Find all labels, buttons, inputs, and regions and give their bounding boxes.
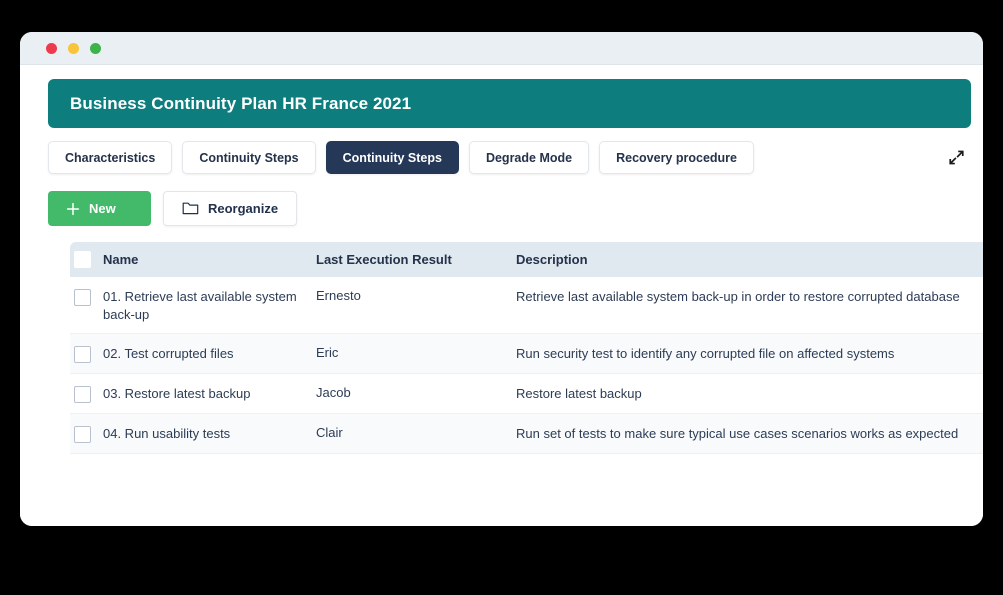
- cell-name: 01. Retrieve last available system back-…: [103, 289, 297, 322]
- window-body: Business Continuity Plan HR France 2021 …: [20, 65, 983, 526]
- tab-label: Degrade Mode: [485, 150, 573, 165]
- tab-label: Recovery procedure: [616, 150, 737, 165]
- tab-continuity-steps-2[interactable]: Continuity Steps: [325, 141, 459, 174]
- plus-icon: [66, 202, 80, 215]
- tab-label: Characteristics: [65, 150, 156, 165]
- tab-bar: Characteristics Continuity Steps Continu…: [48, 141, 971, 174]
- app-header: Business Continuity Plan HR France 2021: [48, 79, 971, 128]
- table-header-row: Name Last Execution Result Description: [70, 242, 983, 277]
- reorganize-button[interactable]: Reorganize: [163, 191, 298, 226]
- cell-last-execution-result: Ernesto: [316, 288, 361, 303]
- cell-description: Retrieve last available system back-up i…: [516, 289, 960, 304]
- cell-last-execution-result: Clair: [316, 425, 343, 441]
- page-title: Business Continuity Plan HR France 2021: [70, 93, 412, 113]
- folder-icon: [182, 202, 199, 215]
- column-header-last-execution-result[interactable]: Last Execution Result: [316, 252, 516, 267]
- table-row[interactable]: 04. Run usability tests Clair Run set of…: [70, 414, 983, 455]
- column-header-name[interactable]: Name: [103, 252, 316, 267]
- table-row[interactable]: 02. Test corrupted files Eric Run securi…: [70, 334, 983, 375]
- cell-name: 03. Restore latest backup: [103, 386, 251, 402]
- maximize-button[interactable]: [90, 42, 101, 54]
- new-button[interactable]: New: [48, 191, 151, 226]
- tab-label: Continuity Steps: [342, 150, 442, 165]
- row-select-cell: [70, 345, 103, 364]
- close-button[interactable]: [46, 42, 57, 54]
- cell-last-execution-result: Jacob: [316, 385, 351, 401]
- row-select-cell: [70, 288, 103, 306]
- cell-description: Run set of tests to make sure typical us…: [516, 426, 959, 442]
- reorganize-button-label: Reorganize: [208, 201, 279, 216]
- column-header-description[interactable]: Description: [516, 252, 983, 267]
- table-row[interactable]: 03. Restore latest backup Jacob Restore …: [70, 374, 983, 415]
- select-all-checkbox[interactable]: [74, 251, 91, 268]
- row-checkbox[interactable]: [74, 289, 91, 306]
- cell-name: 04. Run usability tests: [103, 426, 231, 442]
- browser-window: Business Continuity Plan HR France 2021 …: [20, 32, 983, 526]
- expand-fullscreen-button[interactable]: [941, 141, 971, 174]
- tab-degrade-mode[interactable]: Degrade Mode: [468, 141, 590, 174]
- row-select-cell: [70, 425, 103, 444]
- toolbar: New Reorganize: [48, 191, 963, 226]
- tab-recovery-procedure[interactable]: Recovery procedure: [599, 141, 754, 174]
- tab-characteristics[interactable]: Characteristics: [48, 141, 173, 174]
- row-checkbox[interactable]: [74, 426, 91, 444]
- tab-continuity-steps-1[interactable]: Continuity Steps: [182, 141, 316, 174]
- steps-table: Name Last Execution Result Description 0…: [70, 242, 983, 455]
- cell-name: 02. Test corrupted files: [103, 346, 234, 362]
- row-checkbox[interactable]: [74, 386, 91, 404]
- window-titlebar: [20, 32, 983, 65]
- table-row[interactable]: 01. Retrieve last available system back-…: [70, 277, 983, 335]
- expand-arrows-icon: [948, 150, 964, 165]
- tab-label: Continuity Steps: [199, 150, 299, 165]
- row-checkbox[interactable]: [74, 346, 91, 364]
- cell-last-execution-result: Eric: [316, 345, 339, 361]
- select-all-cell: [70, 251, 103, 268]
- cell-description: Restore latest backup: [516, 386, 642, 402]
- new-button-label: New: [89, 201, 116, 216]
- row-select-cell: [70, 385, 103, 404]
- screen: Business Continuity Plan HR France 2021 …: [0, 0, 1003, 595]
- cell-description: Run security test to identify any corrup…: [516, 346, 895, 362]
- minimize-button[interactable]: [68, 42, 79, 54]
